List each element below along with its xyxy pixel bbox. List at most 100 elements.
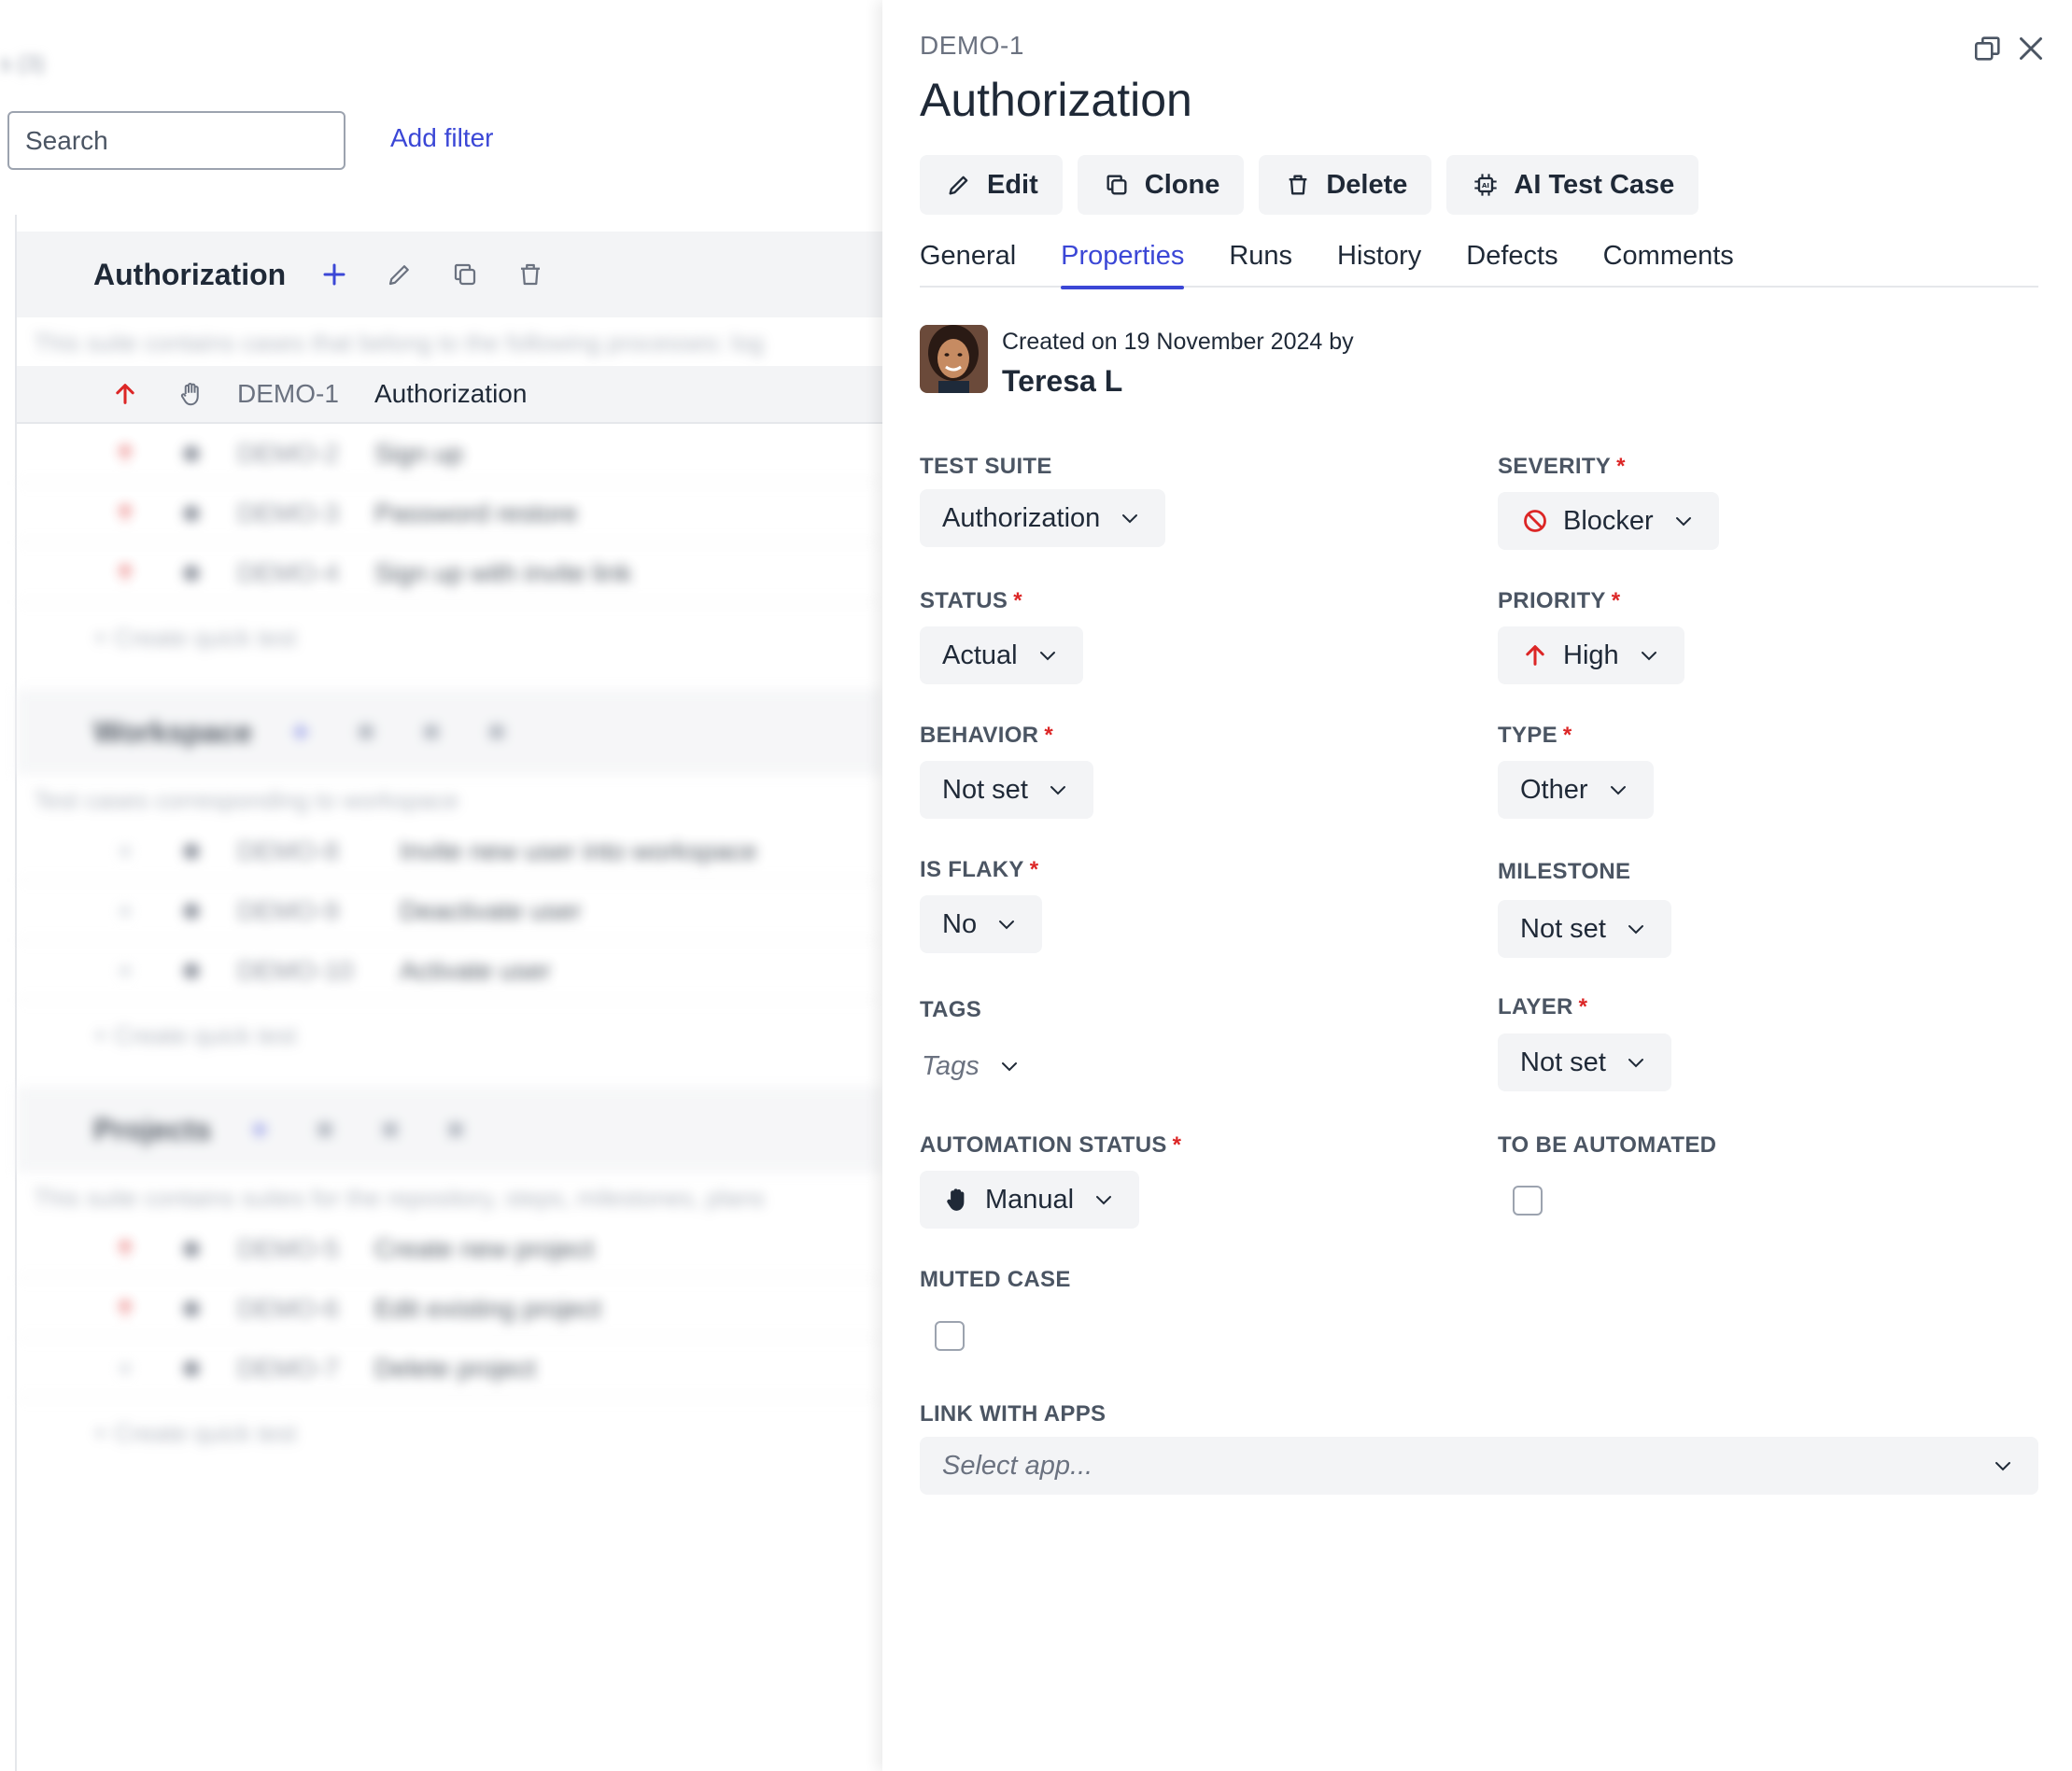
behavior-dropdown[interactable]: Not set [920,761,1093,819]
edit-suite-icon[interactable] [383,258,416,291]
table-row[interactable]: DEMO-10 Activate user [17,943,882,1001]
action-toolbar: Edit Clone Delete AI AI Test Case [920,155,1699,215]
restore-window-icon[interactable] [1969,30,2007,67]
clone-button[interactable]: Clone [1077,155,1245,215]
table-row[interactable]: DEMO-7 Delete project [17,1341,882,1399]
suite-header-projects[interactable]: Projects [17,1087,882,1173]
table-row[interactable]: DEMO-8 Invite new user into workspace [17,823,882,881]
add-filter-link[interactable]: Add filter [390,123,494,153]
priority-dropdown[interactable]: High [1498,626,1684,684]
add-case-icon[interactable] [317,258,351,291]
case-title: Edit existing project [374,1294,601,1323]
type-dropdown[interactable]: Other [1498,761,1654,819]
table-row[interactable]: DEMO-2 Sign up [17,426,882,484]
tab-runs[interactable]: Runs [1229,241,1292,288]
create-quick-test-link[interactable]: + Create quick test [93,624,297,653]
automation-status-dropdown[interactable]: Manual [920,1171,1140,1229]
tab-comments[interactable]: Comments [1603,241,1734,288]
suite-description: This suite contains suites for the repos… [34,1184,765,1212]
clone-suite-icon[interactable] [448,258,482,291]
page-title: Authorization [920,74,1192,126]
case-id: DEMO-4 [237,558,339,587]
type-label: TYPE * [1498,723,1572,748]
case-key: DEMO-1 [920,31,1024,60]
manual-hand-icon [176,1353,207,1384]
test-suite-dropdown[interactable]: Authorization [920,489,1166,547]
delete-suite-icon[interactable] [480,715,514,749]
chevron-down-icon [994,911,1020,937]
layer-value: Not set [1520,1047,1606,1077]
is-flaky-label: IS FLAKY * [920,857,1039,882]
create-quick-test-link[interactable]: + Create quick test [93,1419,297,1448]
clone-icon [1102,170,1132,200]
case-title: Deactivate user [400,896,582,925]
delete-suite-icon[interactable] [439,1113,472,1146]
priority-medium-icon [110,836,140,866]
suite-header-authorization[interactable]: Authorization [17,232,882,317]
clone-suite-icon[interactable] [374,1113,407,1146]
layer-dropdown[interactable]: Not set [1498,1033,1671,1091]
chevron-down-icon [1035,642,1061,668]
detail-tabs: General Properties Runs History Defects … [920,241,2038,289]
status-dropdown[interactable]: Actual [920,626,1083,684]
priority-medium-icon [110,896,140,926]
tab-properties[interactable]: Properties [1061,241,1185,289]
table-row[interactable]: DEMO-4 Sign up with invite link [17,545,882,603]
arrow-up-icon [1520,640,1550,670]
case-title: Create new project [374,1234,595,1263]
link-with-apps-label: LINK WITH APPS [920,1401,1106,1427]
tab-general[interactable]: General [920,241,1016,288]
test-suite-value: Authorization [942,502,1101,533]
manual-hand-icon [176,378,207,410]
muted-case-checkbox[interactable] [935,1321,965,1351]
clone-label: Clone [1144,169,1220,200]
search-input[interactable]: Search [7,111,345,170]
automation-status-value: Manual [985,1184,1075,1215]
case-id: DEMO-10 [237,956,354,985]
type-value: Other [1520,774,1588,805]
severity-dropdown[interactable]: Blocker [1498,492,1719,550]
tab-defects[interactable]: Defects [1466,241,1558,288]
create-quick-test-link[interactable]: + Create quick test [93,1021,297,1050]
manual-hand-icon [176,557,207,589]
add-case-icon[interactable] [284,715,317,749]
manual-hand-icon [176,1233,207,1265]
table-row[interactable]: DEMO-9 Deactivate user [17,883,882,941]
delete-suite-icon[interactable] [514,258,547,291]
manual-hand-icon [176,836,207,867]
behavior-value: Not set [942,774,1028,805]
chevron-down-icon [1623,1049,1649,1075]
priority-medium-icon [110,1354,140,1384]
select-app-placeholder: Select app... [942,1450,1093,1481]
author-name[interactable]: Teresa L [1002,364,1122,399]
table-row[interactable]: DEMO-6 Edit existing project [17,1281,882,1339]
milestone-dropdown[interactable]: Not set [1498,900,1671,958]
table-row[interactable]: DEMO-5 Create new project [17,1221,882,1279]
case-title: Activate user [400,956,551,985]
edit-suite-icon[interactable] [308,1113,342,1146]
suite-header-workspace[interactable]: Workspace [17,689,882,775]
table-row[interactable]: DEMO-3 Password restore [17,485,882,543]
table-row[interactable]: DEMO-1 Authorization [17,366,882,424]
repository-list: s (3) Search Add filter Authorization Th… [0,0,882,1771]
select-app-dropdown[interactable]: Select app... [920,1437,2038,1495]
milestone-label: MILESTONE [1498,859,1631,884]
tags-dropdown[interactable]: Tags [922,1037,1022,1095]
priority-high-icon [110,1294,140,1324]
to-be-automated-checkbox[interactable] [1513,1186,1543,1216]
is-flaky-dropdown[interactable]: No [920,895,1043,953]
edit-suite-icon[interactable] [349,715,383,749]
priority-medium-icon [110,956,140,986]
ai-test-case-button[interactable]: AI AI Test Case [1446,155,1699,215]
priority-high-icon [110,439,140,469]
priority-high-icon [110,1234,140,1264]
close-icon[interactable] [2012,30,2050,67]
delete-button[interactable]: Delete [1259,155,1432,215]
edit-button[interactable]: Edit [920,155,1063,215]
clone-suite-icon[interactable] [415,715,448,749]
tab-history[interactable]: History [1337,241,1421,288]
case-id: DEMO-6 [237,1294,339,1323]
add-case-icon[interactable] [243,1113,276,1146]
suite-description: This suite contains cases that belong to… [34,329,764,357]
case-id: DEMO-3 [237,499,339,527]
